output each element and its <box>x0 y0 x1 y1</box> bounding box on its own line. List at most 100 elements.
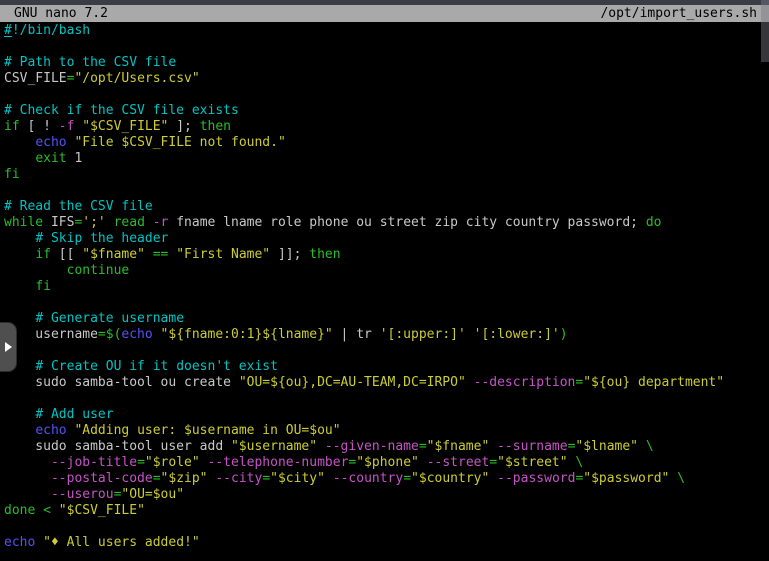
code-segment: "$zip" <box>161 471 208 486</box>
code-line[interactable] <box>4 295 769 311</box>
code-segment: "$password" <box>583 471 669 486</box>
code-segment: [[ <box>51 247 82 262</box>
code-segment <box>200 455 208 470</box>
code-segment: sudo samba-tool ou create <box>4 375 239 390</box>
code-segment: "♦ All users added!" <box>43 535 200 550</box>
code-segment: --userou <box>51 487 114 502</box>
code-segment <box>35 503 43 518</box>
code-segment: echo <box>35 423 66 438</box>
code-line[interactable]: # Generate username <box>4 311 769 327</box>
code-line[interactable] <box>4 39 769 55</box>
code-line[interactable]: done < "$CSV_FILE" <box>4 503 769 519</box>
editor-area[interactable]: #!/bin/bash # Path to the CSV fileCSV_FI… <box>0 22 769 561</box>
code-segment <box>4 423 35 438</box>
code-segment: \ <box>677 471 685 486</box>
code-segment <box>4 471 51 486</box>
code-segment <box>466 327 474 342</box>
code-line[interactable] <box>4 183 769 199</box>
code-segment: [ ! <box>20 119 59 134</box>
code-segment: --telephone-number <box>208 455 349 470</box>
code-segment: fi <box>35 279 51 294</box>
code-line[interactable]: echo "Adding user: $username in OU=$ou" <box>4 423 769 439</box>
code-segment: "$street" <box>497 455 567 470</box>
code-segment: exit <box>35 151 66 166</box>
code-segment <box>4 279 35 294</box>
scrollbar-thumb[interactable] <box>761 0 769 62</box>
code-segment <box>317 439 325 454</box>
code-segment <box>4 151 35 166</box>
code-line[interactable]: exit 1 <box>4 151 769 167</box>
code-line[interactable]: # Skip the header <box>4 231 769 247</box>
code-line[interactable]: # Add user <box>4 407 769 423</box>
code-segment: # Generate username <box>35 311 184 326</box>
code-line[interactable]: CSV_FILE="/opt/Users.csv" <box>4 71 769 87</box>
nano-titlebar: GNU nano 7.2 /opt/import_users.sh <box>0 5 769 22</box>
app-title: GNU nano 7.2 <box>14 5 108 22</box>
code-segment: = <box>98 327 106 342</box>
code-segment: | tr <box>333 327 380 342</box>
code-line[interactable]: --postal-code="$zip" --city="$city" --co… <box>4 471 769 487</box>
code-line[interactable]: #!/bin/bash <box>4 23 769 39</box>
code-line[interactable] <box>4 391 769 407</box>
panel-handle[interactable] <box>0 322 17 372</box>
code-segment <box>669 471 677 486</box>
code-segment: username <box>4 327 98 342</box>
code-segment: --postal-code <box>51 471 153 486</box>
code-line[interactable] <box>4 343 769 359</box>
code-segment: --surname <box>497 439 567 454</box>
code-line[interactable]: fi <box>4 167 769 183</box>
code-line[interactable]: if [ ! -f "$CSV_FILE" ]; then <box>4 119 769 135</box>
code-segment: < <box>43 503 51 518</box>
code-segment <box>4 247 35 262</box>
code-segment: !/bin/bash <box>12 23 90 38</box>
code-segment: echo <box>35 135 66 150</box>
code-segment: then <box>200 119 231 134</box>
code-segment: "OU=${ou},DC=AU-TEAM,DC=IRPO" <box>239 375 466 390</box>
code-segment: "${fname:0:1}${lname}" <box>161 327 333 342</box>
code-segment <box>4 135 35 150</box>
code-line[interactable]: continue <box>4 263 769 279</box>
code-line[interactable]: # Create OU if it doesn't exist <box>4 359 769 375</box>
code-line[interactable] <box>4 87 769 103</box>
terminal-screen: GNU nano 7.2 /opt/import_users.sh #!/bin… <box>0 0 769 561</box>
code-line[interactable]: --job-title="$role" --telephone-number="… <box>4 455 769 471</box>
code-line[interactable]: --userou="OU=$ou" <box>4 487 769 503</box>
code-segment: # Path to the CSV file <box>4 55 176 70</box>
expand-arrow-icon <box>5 342 12 352</box>
code-segment: == <box>153 247 169 262</box>
code-segment: "$CSV_FILE" <box>82 119 168 134</box>
code-line[interactable]: while IFS=';' read -r fname lname role p… <box>4 215 769 231</box>
code-segment: while <box>4 215 43 230</box>
code-segment <box>489 471 497 486</box>
file-path: /opt/import_users.sh <box>600 5 757 22</box>
code-line[interactable]: username=$(echo "${fname:0:1}${lname}" |… <box>4 327 769 343</box>
code-line[interactable]: sudo samba-tool ou create "OU=${ou},DC=A… <box>4 375 769 391</box>
code-segment: = <box>419 439 427 454</box>
code-segment: = <box>489 455 497 470</box>
code-segment: read <box>114 215 145 230</box>
code-segment: ]]; <box>270 247 309 262</box>
code-segment: = <box>262 471 270 486</box>
code-segment: do <box>646 215 662 230</box>
code-segment: sudo samba-tool user add <box>4 439 231 454</box>
code-line[interactable]: # Read the CSV file <box>4 199 769 215</box>
code-segment: "$phone" <box>356 455 419 470</box>
code-line[interactable] <box>4 519 769 535</box>
code-segment: ) <box>560 327 568 342</box>
code-segment: echo <box>4 535 35 550</box>
code-line[interactable]: fi <box>4 279 769 295</box>
code-segment: # Create OU if it doesn't exist <box>35 359 278 374</box>
code-segment: "$country" <box>411 471 489 486</box>
code-segment: "$fname" <box>427 439 490 454</box>
code-segment: "Adding user: $username in OU=$ou" <box>74 423 340 438</box>
code-segment <box>325 471 333 486</box>
code-segment: if <box>35 247 51 262</box>
code-line[interactable]: sudo samba-tool user add "$username" --g… <box>4 439 769 455</box>
code-line[interactable]: echo "♦ All users added!" <box>4 535 769 551</box>
code-line[interactable]: # Check if the CSV file exists <box>4 103 769 119</box>
code-line[interactable]: # Path to the CSV file <box>4 55 769 71</box>
code-segment: fi <box>4 167 20 182</box>
code-line[interactable]: if [[ "$fname" == "First Name" ]]; then <box>4 247 769 263</box>
code-segment: \ <box>575 455 583 470</box>
code-line[interactable]: echo "File $CSV_FILE not found." <box>4 135 769 151</box>
